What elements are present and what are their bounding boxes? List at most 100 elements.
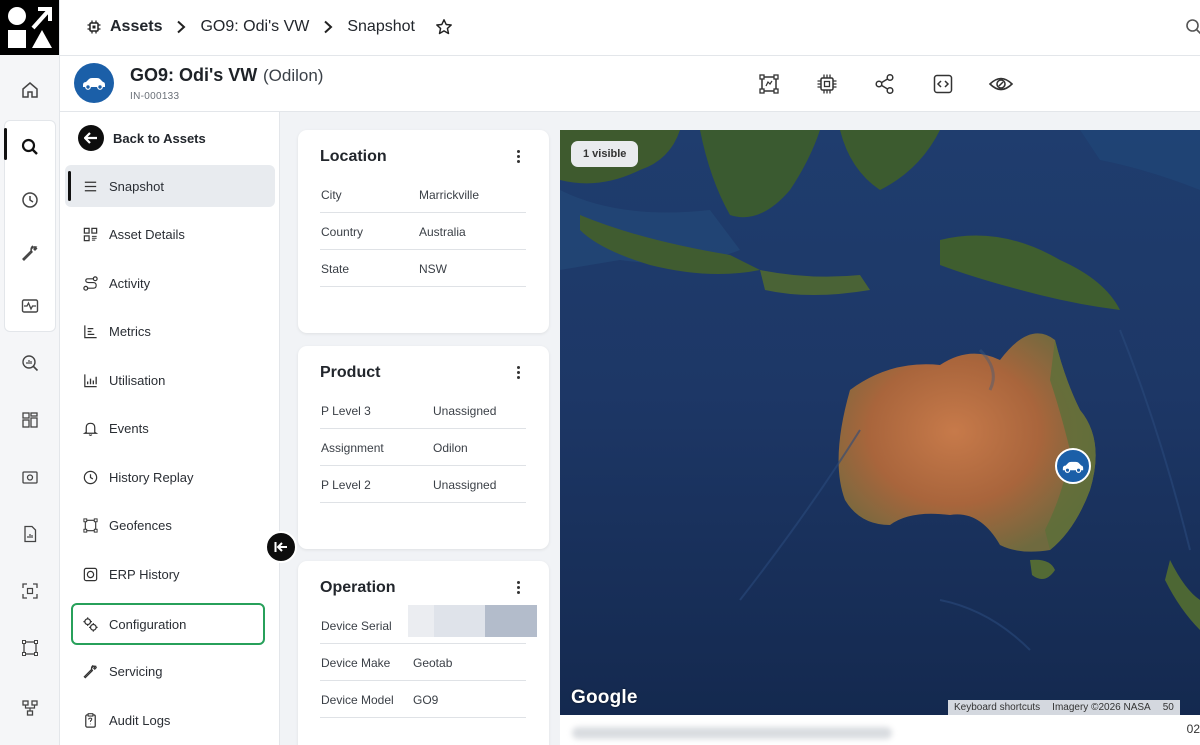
kv-value: NSW bbox=[419, 262, 447, 276]
breadcrumb-current: Snapshot bbox=[347, 18, 415, 35]
operation-card: Operation Device Serial Device Make Geot… bbox=[298, 561, 549, 745]
kv-key: City bbox=[321, 188, 342, 202]
subnav-item-label: Metrics bbox=[109, 323, 151, 339]
subnav-item-label: Events bbox=[109, 420, 149, 436]
subnav-item-label: Geofences bbox=[109, 517, 172, 533]
geofence-icon[interactable] bbox=[740, 72, 798, 96]
kv-value: GO9 bbox=[413, 693, 439, 707]
asset-subnav: Back to Assets Snapshot Asset Details Ac… bbox=[60, 112, 280, 745]
more-vertical-icon[interactable] bbox=[517, 366, 521, 381]
kv-key: Device Model bbox=[321, 693, 394, 707]
kv-value: Unassigned bbox=[433, 478, 497, 492]
kv-key: Device Serial bbox=[321, 619, 392, 633]
subnav-item-label: Audit Logs bbox=[109, 712, 171, 728]
subnav-item-events[interactable]: Events bbox=[65, 407, 275, 449]
kv-row: State NSW bbox=[320, 250, 526, 287]
dashboard-icon[interactable] bbox=[8, 400, 52, 440]
footer-number: 02 bbox=[1186, 722, 1200, 736]
collapse-sidebar-button[interactable] bbox=[265, 531, 297, 563]
pulse-monitor-icon[interactable] bbox=[8, 286, 52, 326]
asset-title: GO9: Odi's VW bbox=[130, 65, 258, 85]
car-marker-icon[interactable] bbox=[1055, 448, 1091, 484]
map-footer: 02 bbox=[560, 715, 1200, 745]
asset-owner: (Odilon) bbox=[263, 66, 324, 85]
home-icon[interactable] bbox=[8, 70, 52, 110]
subnav-item-label: Servicing bbox=[109, 663, 163, 679]
kv-row: City Marrickville bbox=[320, 176, 526, 213]
subnav-item-erp-history[interactable]: ERP History bbox=[65, 553, 275, 595]
kv-row: Country Australia bbox=[320, 213, 526, 250]
device-chip-icon[interactable] bbox=[798, 72, 856, 96]
share-icon[interactable] bbox=[856, 72, 914, 96]
star-icon[interactable] bbox=[435, 18, 453, 36]
subnav-item-label: ERP History bbox=[109, 566, 180, 582]
blurred-text bbox=[572, 727, 892, 739]
asset-id: IN-000133 bbox=[130, 91, 180, 102]
header-actions bbox=[740, 72, 1030, 96]
map-attribution: Keyboard shortcuts Imagery ©2026 NASA 50 bbox=[948, 700, 1180, 715]
report-icon[interactable] bbox=[8, 514, 52, 554]
kv-key: Assignment bbox=[321, 441, 384, 455]
visible-count-badge: 1 visible bbox=[571, 141, 639, 167]
subnav-item-label: History Replay bbox=[109, 469, 194, 485]
kv-key: P Level 3 bbox=[321, 404, 371, 418]
subnav-item-configuration[interactable]: Configuration bbox=[71, 603, 265, 645]
kv-key: Device Make bbox=[321, 656, 391, 670]
geofence-icon[interactable] bbox=[8, 628, 52, 668]
subnav-item-label: Asset Details bbox=[109, 226, 185, 242]
chevron-right-icon bbox=[323, 20, 333, 34]
arrow-left-icon bbox=[78, 125, 104, 151]
chevron-right-icon bbox=[176, 20, 186, 34]
more-vertical-icon[interactable] bbox=[517, 150, 521, 165]
search-icon[interactable] bbox=[1184, 17, 1200, 42]
kv-row: Device Model GO9 bbox=[320, 681, 526, 718]
subnav-item-snapshot[interactable]: Snapshot bbox=[65, 165, 275, 207]
kv-row: Device Make Geotab bbox=[320, 644, 526, 681]
subnav-item-label: Configuration bbox=[109, 616, 187, 632]
breadcrumb-asset[interactable]: GO9: Odi's VW bbox=[200, 18, 309, 36]
subnav-item-geofences[interactable]: Geofences bbox=[65, 504, 275, 546]
subnav-item-label: Snapshot bbox=[109, 178, 164, 194]
kv-row: Assignment Odilon bbox=[320, 429, 526, 466]
erp-icon bbox=[83, 567, 98, 581]
top-bar: Assets GO9: Odi's VW Snapshot bbox=[60, 0, 1200, 56]
product-card: Product P Level 3 Unassigned Assignment … bbox=[298, 346, 549, 549]
subnav-item-label: Activity bbox=[109, 275, 151, 291]
subnav-item-utilisation[interactable]: Utilisation bbox=[65, 359, 275, 401]
redacted-value bbox=[408, 605, 537, 637]
car-avatar-icon bbox=[74, 63, 114, 103]
breadcrumb-assets[interactable]: Assets bbox=[86, 18, 162, 36]
search-icon[interactable] bbox=[8, 127, 52, 167]
metrics-icon bbox=[84, 324, 97, 338]
card-title: Operation bbox=[320, 579, 396, 596]
satellite-map[interactable]: 1 visible Google Keyboard shortcuts Imag… bbox=[560, 130, 1200, 715]
breadcrumb: Assets GO9: Odi's VW Snapshot bbox=[86, 16, 453, 38]
asset-header: GO9: Odi's VW (Odilon) IN-000133 bbox=[60, 56, 1200, 112]
subnav-item-audit-logs[interactable]: Audit Logs bbox=[65, 699, 275, 741]
map-scale: 50 bbox=[1162, 702, 1174, 713]
imagery-credit: Imagery ©2026 NASA bbox=[1052, 702, 1151, 713]
back-to-assets-link[interactable]: Back to Assets bbox=[78, 125, 206, 151]
more-vertical-icon[interactable] bbox=[517, 581, 521, 596]
kv-key: Country bbox=[321, 225, 364, 239]
details-grid-icon bbox=[83, 227, 98, 241]
keyboard-shortcuts-link[interactable]: Keyboard shortcuts bbox=[948, 702, 1046, 713]
rail-active-indicator bbox=[4, 128, 7, 160]
subnav-item-activity[interactable]: Activity bbox=[65, 262, 275, 304]
subnav-item-asset-details[interactable]: Asset Details bbox=[65, 213, 275, 255]
subnav-item-servicing[interactable]: Servicing bbox=[65, 650, 275, 692]
location-card: Location City Marrickville Country Austr… bbox=[298, 130, 549, 333]
wrench-icon[interactable] bbox=[8, 233, 52, 273]
hierarchy-icon[interactable] bbox=[8, 688, 52, 728]
camera-folder-icon[interactable] bbox=[8, 457, 52, 497]
app-logo[interactable] bbox=[0, 0, 59, 55]
zoom-chart-icon[interactable] bbox=[8, 343, 52, 383]
embed-code-icon[interactable] bbox=[914, 72, 972, 96]
subnav-item-metrics[interactable]: Metrics bbox=[65, 310, 275, 352]
subnav-item-history-replay[interactable]: History Replay bbox=[65, 456, 275, 498]
kv-key: P Level 2 bbox=[321, 478, 371, 492]
scan-frame-icon[interactable] bbox=[8, 571, 52, 611]
collapse-left-icon bbox=[274, 542, 287, 552]
clock-icon[interactable] bbox=[8, 180, 52, 220]
visibility-icon[interactable] bbox=[972, 72, 1030, 96]
